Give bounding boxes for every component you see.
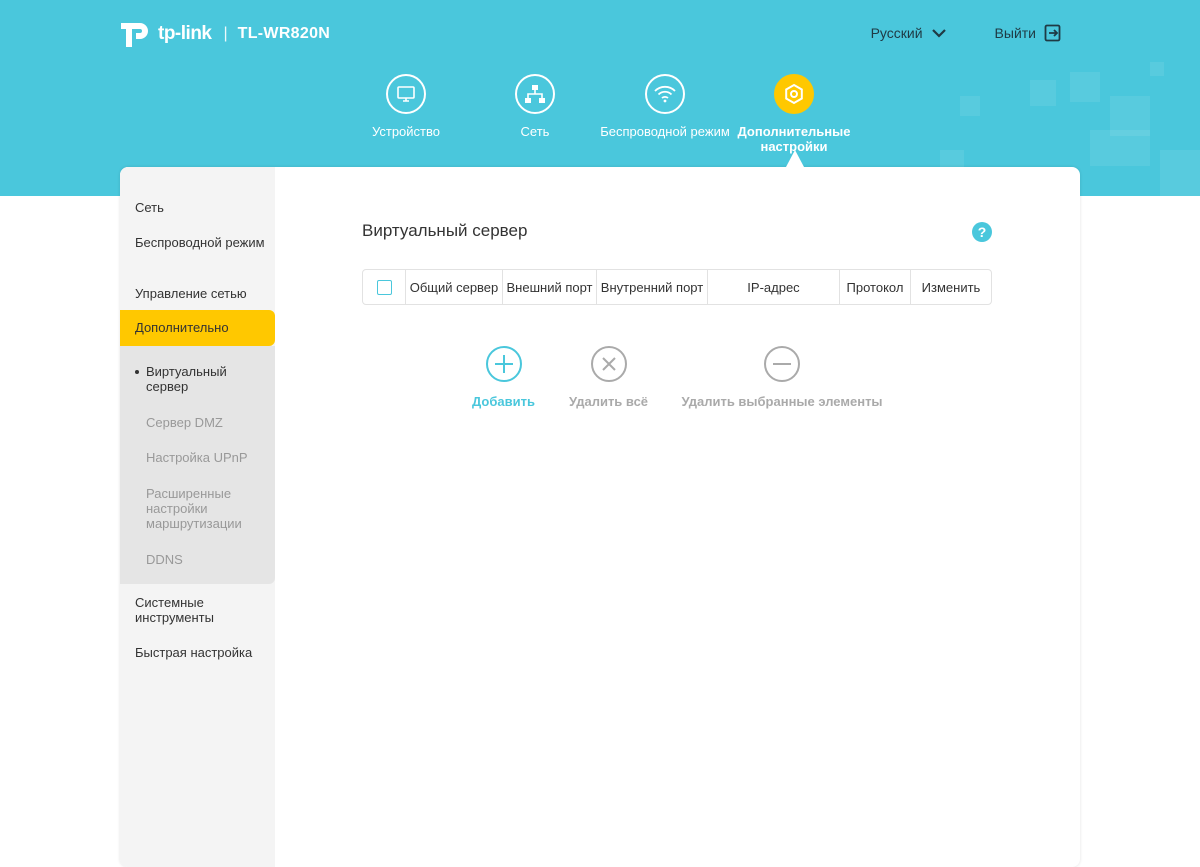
column-header-service[interactable]: Общий сервер bbox=[405, 270, 502, 304]
header-actions: Русский Выйти bbox=[871, 24, 1062, 42]
column-header-external-port[interactable]: Внешний порт bbox=[502, 270, 596, 304]
wifi-icon bbox=[654, 85, 676, 103]
brand-separator: | bbox=[223, 25, 228, 42]
sidebar: Сеть Беспроводной режим Управление сетью… bbox=[120, 167, 275, 867]
close-circle-icon bbox=[590, 346, 627, 382]
chevron-down-icon bbox=[931, 29, 946, 38]
column-header-ip-address[interactable]: IP-адрес bbox=[707, 270, 839, 304]
sidebar-item-system-tools[interactable]: Системные инструменты bbox=[135, 595, 265, 625]
sidebar-subitem-dmz[interactable]: Сервер DMZ bbox=[146, 415, 270, 430]
delete-all-button-label: Удалить всё bbox=[568, 394, 649, 409]
plus-circle-icon bbox=[485, 346, 522, 382]
nav-wireless-label: Беспроводной режим bbox=[600, 124, 730, 139]
add-button[interactable]: Добавить bbox=[466, 345, 541, 409]
minus-circle-icon bbox=[764, 346, 800, 382]
sidebar-subitem-label: Виртуальный сервер bbox=[146, 364, 227, 394]
nav-network[interactable]: Сеть bbox=[470, 74, 600, 139]
column-header-modify[interactable]: Изменить bbox=[910, 270, 991, 304]
column-header-protocol[interactable]: Протокол bbox=[839, 270, 910, 304]
logout-icon bbox=[1044, 24, 1061, 42]
main-panel: Сеть Беспроводной режим Управление сетью… bbox=[120, 167, 1080, 867]
active-nav-pointer bbox=[786, 150, 804, 167]
brand-logo[interactable]: tp-link | TL-WR820N bbox=[118, 16, 330, 52]
nav-advanced[interactable]: Дополнительные настройки bbox=[729, 74, 859, 154]
brand-name: tp-link bbox=[158, 23, 212, 44]
virtual-server-table-header: Общий сервер Внешний порт Внутренний пор… bbox=[362, 269, 992, 305]
sidebar-subitem-routing[interactable]: Расширенные настройки маршрутизации bbox=[146, 486, 270, 531]
page-title: Виртуальный сервер bbox=[362, 221, 528, 240]
nav-device[interactable]: Устройство bbox=[341, 74, 471, 139]
gear-icon bbox=[785, 83, 803, 105]
sidebar-item-quick-setup[interactable]: Быстрая настройка bbox=[135, 645, 265, 660]
tp-link-logo-icon bbox=[121, 23, 148, 47]
nav-device-label: Устройство bbox=[371, 124, 440, 139]
language-selector[interactable]: Русский bbox=[871, 25, 947, 41]
network-icon bbox=[525, 85, 545, 103]
monitor-icon bbox=[397, 86, 415, 102]
add-button-label: Добавить bbox=[472, 394, 535, 409]
sidebar-item-network[interactable]: Сеть bbox=[135, 200, 265, 215]
sidebar-item-network-management[interactable]: Управление сетью bbox=[135, 286, 265, 301]
sidebar-submenu: Виртуальный сервер Сервер DMZ Настройка … bbox=[120, 346, 275, 584]
active-bullet-icon bbox=[135, 370, 139, 374]
nav-network-label: Сеть bbox=[520, 124, 550, 139]
logout-label: Выйти bbox=[994, 25, 1036, 41]
sidebar-item-advanced[interactable]: Дополнительно bbox=[120, 310, 275, 346]
sidebar-subitem-virtual-server[interactable]: Виртуальный сервер bbox=[135, 364, 270, 394]
delete-all-button[interactable]: Удалить всё bbox=[561, 345, 656, 409]
logout-button[interactable]: Выйти bbox=[995, 24, 1062, 42]
column-header-internal-port[interactable]: Внутренний порт bbox=[596, 270, 707, 304]
nav-wireless[interactable]: Беспроводной режим bbox=[600, 74, 730, 139]
select-all-checkbox[interactable] bbox=[376, 279, 392, 295]
help-icon[interactable]: ? bbox=[972, 222, 992, 242]
delete-selected-button[interactable]: Удалить выбранные элементы bbox=[676, 345, 888, 409]
language-label: Русский bbox=[870, 25, 923, 41]
select-all-cell bbox=[363, 270, 405, 304]
model-name: TL-WR820N bbox=[237, 25, 331, 42]
sidebar-item-wireless[interactable]: Беспроводной режим bbox=[135, 235, 265, 250]
delete-selected-button-label: Удалить выбранные элементы bbox=[681, 394, 883, 409]
sidebar-subitem-upnp[interactable]: Настройка UPnP bbox=[146, 450, 270, 465]
sidebar-subitem-ddns[interactable]: DDNS bbox=[146, 552, 270, 567]
